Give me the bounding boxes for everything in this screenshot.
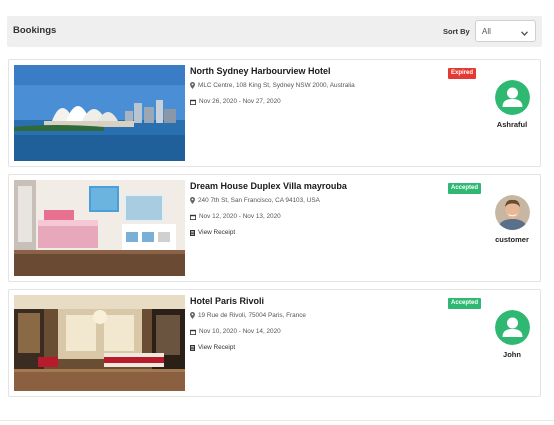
hotel-image[interactable] — [14, 295, 185, 391]
avatar[interactable] — [495, 195, 530, 230]
sort-by-label: Sort By — [443, 27, 470, 36]
booking-dates: Nov 12, 2020 - Nov 13, 2020 — [190, 213, 281, 220]
chevron-down-icon — [521, 29, 528, 38]
receipt-icon — [190, 229, 195, 236]
status-badge: Accepted — [448, 298, 482, 309]
hotel-image[interactable] — [14, 65, 185, 161]
sort-by-select[interactable]: All — [475, 20, 536, 42]
hotel-address: MLC Centre, 108 King St, Sydney NSW 2000… — [190, 82, 355, 89]
user-name: customer — [495, 235, 529, 244]
status-badge: Accepted — [448, 183, 482, 194]
status-badge: Expired — [448, 68, 477, 79]
map-marker-icon — [190, 197, 195, 204]
hotel-title[interactable]: Dream House Duplex Villa mayrouba — [190, 181, 347, 191]
map-marker-icon — [190, 312, 195, 319]
view-receipt-link[interactable]: View Receipt — [190, 344, 235, 351]
receipt-icon — [190, 344, 195, 351]
booking-card[interactable]: Dream House Duplex Villa mayrouba 240 7t… — [8, 174, 541, 282]
receipt-text: View Receipt — [198, 229, 236, 236]
calendar-icon — [190, 214, 196, 220]
hotel-title[interactable]: North Sydney Harbourview Hotel — [190, 66, 331, 76]
receipt-text: View Receipt — [198, 344, 236, 351]
map-marker-icon — [190, 82, 195, 89]
avatar[interactable] — [495, 310, 530, 345]
view-receipt-link[interactable]: View Receipt — [190, 229, 235, 236]
user-name: John — [503, 350, 521, 359]
address-text: MLC Centre, 108 King St, Sydney NSW 2000… — [198, 82, 355, 89]
booking-dates: Nov 26, 2020 - Nov 27, 2020 — [190, 98, 281, 105]
booking-card[interactable]: Hotel Paris Rivoli 19 Rue de Rivoli, 750… — [8, 289, 541, 397]
user-name: Ashraful — [496, 120, 528, 129]
calendar-icon — [190, 99, 196, 105]
booking-dates: Nov 10, 2020 - Nov 14, 2020 — [190, 328, 281, 335]
dates-text: Nov 12, 2020 - Nov 13, 2020 — [199, 213, 281, 220]
hotel-image[interactable] — [14, 180, 185, 276]
address-text: 240 7th St, San Francisco, CA 94103, USA — [198, 197, 320, 204]
calendar-icon — [190, 329, 196, 335]
page-title: Bookings — [13, 25, 57, 36]
hotel-address: 19 Rue de Rivoli, 75004 Paris, France — [190, 312, 306, 319]
avatar[interactable] — [495, 80, 530, 115]
dates-text: Nov 26, 2020 - Nov 27, 2020 — [199, 98, 281, 105]
address-text: 19 Rue de Rivoli, 75004 Paris, France — [198, 312, 306, 319]
hotel-address: 240 7th St, San Francisco, CA 94103, USA — [190, 197, 320, 204]
sort-by-value: All — [482, 27, 491, 36]
divider — [0, 420, 554, 421]
dates-text: Nov 10, 2020 - Nov 14, 2020 — [199, 328, 281, 335]
bookings-header: Bookings Sort By All — [7, 16, 542, 47]
hotel-title[interactable]: Hotel Paris Rivoli — [190, 296, 264, 306]
booking-card[interactable]: North Sydney Harbourview Hotel MLC Centr… — [8, 59, 541, 167]
